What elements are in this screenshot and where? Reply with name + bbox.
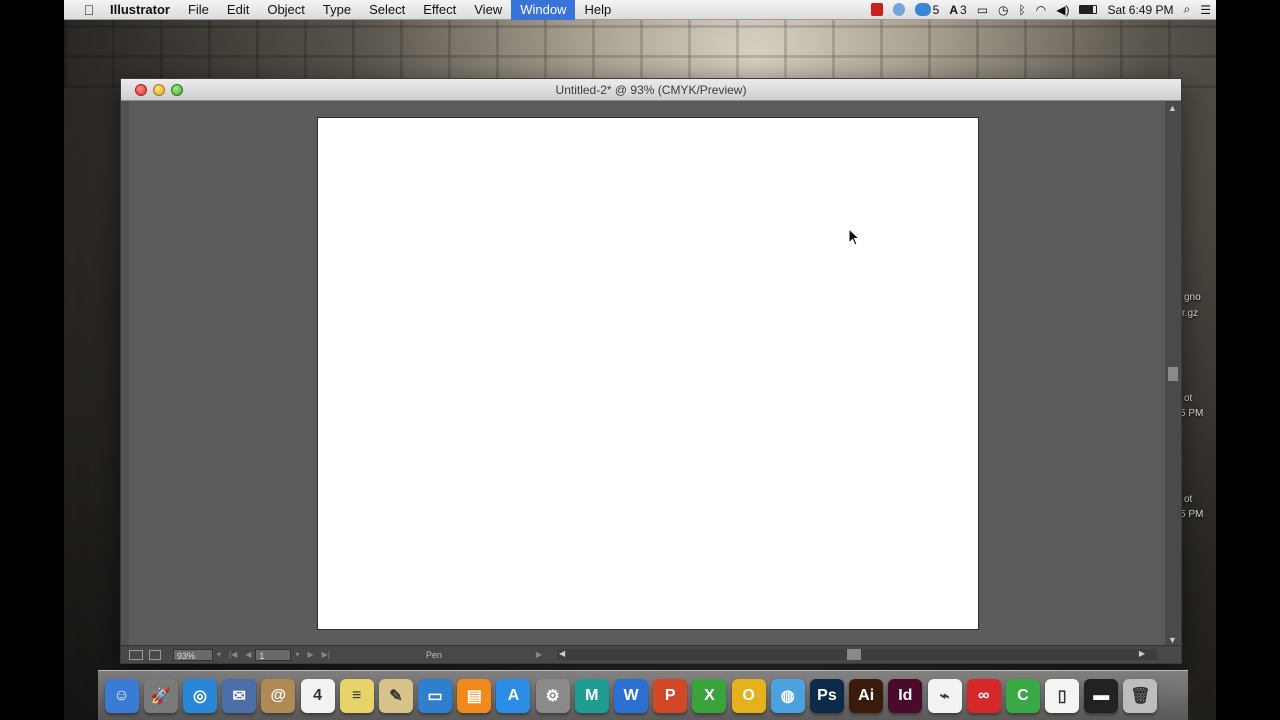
maya-icon[interactable]: M [574,678,609,713]
volume-icon[interactable]: ◀) [1051,3,1074,17]
status-cloud-count-label: 5 [932,2,940,17]
menu-view[interactable]: View [465,0,511,20]
documents-icon[interactable]: ▯ [1045,678,1080,713]
word-icon[interactable]: W [614,678,649,713]
menu-type[interactable]: Type [314,0,360,20]
desktop-file-label[interactable]: ot [1184,393,1192,404]
contacts-icon[interactable]: @ [261,678,296,713]
menu-edit[interactable]: Edit [218,0,258,20]
scroll-down-arrow-icon[interactable]: ▼ [1168,635,1177,645]
notes-icon[interactable]: ≡ [339,678,374,713]
photoshop-icon[interactable]: Ps [809,678,844,713]
launchpad-icon[interactable]: 🚀 [143,678,178,713]
vertical-scrollbar[interactable]: ▲ ▼ [1165,101,1181,647]
current-tool-label: Pen [425,649,442,660]
artboard-dropdown-icon[interactable]: ▾ [291,650,303,659]
trash-icon[interactable]: 🗑 [1123,678,1158,713]
keynote-icon[interactable]: ▭ [418,678,453,713]
status-sync-icon[interactable] [888,3,910,16]
time-machine-icon[interactable]: ◷ [993,3,1013,17]
menu-bar:  Illustrator File Edit Object Type Sele… [64,0,1216,20]
menu-effect[interactable]: Effect [414,0,465,20]
powerpoint-icon[interactable]: P [653,678,688,713]
zoom-dropdown-icon[interactable]: ▾ [213,650,225,659]
status-menu-arrow-icon[interactable]: ▶ [532,650,546,659]
acrobat-icon[interactable]: ⌁ [927,678,962,713]
clock[interactable]: Sat 6:49 PM [1102,3,1178,17]
next-artboard-icon[interactable]: ▶ [303,650,317,659]
canvas-area[interactable] [129,101,1167,647]
horizontal-scroll-thumb[interactable] [847,649,861,660]
menu-object[interactable]: Object [258,0,314,20]
battery-icon[interactable] [1074,5,1102,14]
vertical-scroll-thumb[interactable] [1168,367,1178,381]
first-artboard-icon[interactable]: |◀ [225,650,241,659]
bluetooth-icon[interactable]: ᛒ [1014,3,1031,17]
desktop-file-label[interactable]: r.gz [1182,308,1198,319]
airplay-icon[interactable]: ▭ [972,3,993,17]
menu-file[interactable]: File [179,0,218,20]
spotlight-icon[interactable]: ⌕ [1179,2,1196,17]
horizontal-scrollbar[interactable]: ◀ ▶ [557,649,1157,660]
cursor-icon [848,228,860,246]
menu-app-name[interactable]: Illustrator [100,0,179,20]
status-adobe-count[interactable]: A3 [944,3,971,17]
scroll-up-arrow-icon[interactable]: ▲ [1168,103,1177,113]
desktop:  Illustrator File Edit Object Type Sele… [64,0,1216,720]
zoom-field[interactable]: 93% [173,648,213,661]
outlook-icon[interactable]: O [731,678,766,713]
last-artboard-icon[interactable]: ▶| [318,650,334,659]
wifi-icon[interactable]: ◠ [1031,3,1051,17]
desktop-file-label[interactable]: gno [1184,292,1201,303]
dock: ☺ 🚀 ◎ ✉ @4 ≡ ✎ ▭ ▤ A ⚙ M W P X O ◍ Ps Ai Id ⌁ ∞ C ▯ ▬ 🗑 [98,670,1188,720]
excel-icon[interactable]: X [692,678,727,713]
calendar-icon[interactable]: 4 [300,678,335,713]
menu-select[interactable]: Select [360,0,414,20]
status-bar: 93% ▾ |◀ ◀ 1 ▾ ▶ ▶| Pen ▶ ◀ ▶ [121,645,1181,663]
illustrator-icon[interactable]: Ai [849,678,884,713]
desktop-file-label[interactable]: 5 PM [1180,509,1203,520]
artboard-number-field[interactable]: 1 [255,648,292,661]
camtasia-icon[interactable]: C [1005,678,1040,713]
network-icon[interactable]: ◍ [770,678,805,713]
artboard-navigator-icon[interactable] [129,649,143,660]
terminal-icon[interactable]: ▬ [1084,678,1119,713]
status-cloud-count[interactable]: 5 [910,3,945,17]
adobe-updates-icon: A [949,2,959,17]
share-icon[interactable] [149,649,161,660]
menu-window[interactable]: Window [511,0,576,20]
indesign-icon[interactable]: Id [888,678,923,713]
safari-icon[interactable]: ◎ [182,678,217,713]
document-window: Untitled-2* @ 93% (CMYK/Preview) ▲ ▼ 93%… [120,78,1182,664]
document-title: Untitled-2* @ 93% (CMYK/Preview) [555,83,747,97]
desktop-file-label[interactable]: 5 PM [1180,408,1203,419]
notification-center-icon[interactable]: ☰ [1195,3,1216,17]
status-adobe-count-label: 3 [960,2,967,17]
textedit-icon[interactable]: ✎ [378,678,413,713]
status-red-square-icon[interactable] [866,3,888,16]
ibooks-icon[interactable]: ▤ [457,678,492,713]
apple-menu-icon[interactable]:  [78,2,100,18]
creativecloud-icon[interactable]: ∞ [966,678,1001,713]
mail-icon[interactable]: ✉ [222,678,257,713]
status-menus: 5 A3 ▭ ◷ ᛒ ◠ ◀) Sat 6:49 PM ⌕ ☰ [866,0,1216,20]
appstore-icon[interactable]: A [496,678,531,713]
finder-icon[interactable]: ☺ [104,678,139,713]
window-titlebar[interactable]: Untitled-2* @ 93% (CMYK/Preview) [121,79,1181,101]
desktop-file-label[interactable]: ot [1184,494,1192,505]
artboard[interactable] [317,117,979,630]
scroll-left-arrow-icon[interactable]: ◀ [559,649,565,658]
scroll-right-arrow-icon[interactable]: ▶ [1139,649,1145,658]
systemprefs-icon[interactable]: ⚙ [535,678,570,713]
prev-artboard-icon[interactable]: ◀ [241,650,255,659]
menu-help[interactable]: Help [575,0,620,20]
